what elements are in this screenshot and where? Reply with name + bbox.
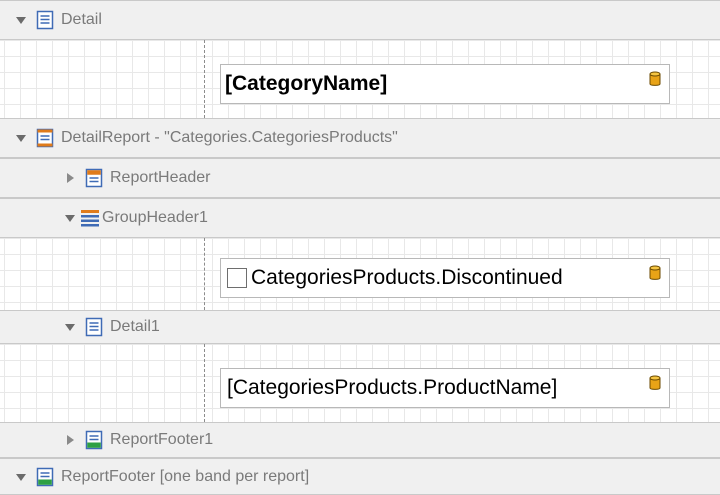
- group-header-band-surface[interactable]: CategoriesProducts.Discontinued: [0, 238, 720, 310]
- band-header-detail[interactable]: Detail: [0, 0, 720, 40]
- band-label: GroupHeader1: [102, 209, 208, 226]
- expand-arrow-icon[interactable]: [64, 212, 76, 224]
- discontinued-checkbox-field[interactable]: CategoriesProducts.Discontinued: [220, 258, 670, 298]
- band-header-detail-report[interactable]: DetailReport - "Categories.CategoriesPro…: [0, 118, 720, 158]
- report-footer-icon: [84, 430, 104, 450]
- band-label: ReportHeader: [110, 169, 211, 186]
- collapse-arrow-icon[interactable]: [64, 172, 76, 184]
- band-header-group-header[interactable]: GroupHeader1: [0, 198, 720, 238]
- expand-arrow-icon[interactable]: [15, 14, 27, 26]
- group-header-icon: [80, 208, 100, 228]
- database-icon: [649, 375, 661, 391]
- detail-band-icon: [35, 10, 55, 30]
- expand-arrow-icon[interactable]: [15, 132, 27, 144]
- detail-band-surface[interactable]: [CategoryName]: [0, 40, 720, 118]
- expand-arrow-icon[interactable]: [15, 471, 27, 483]
- detail1-band-surface[interactable]: [CategoriesProducts.ProductName]: [0, 344, 720, 422]
- band-header-report-footer1[interactable]: ReportFooter1: [0, 422, 720, 458]
- band-label: Detail: [61, 11, 102, 28]
- expand-arrow-icon[interactable]: [64, 321, 76, 333]
- margin-line: [204, 344, 205, 422]
- band-label: ReportFooter1: [110, 431, 214, 448]
- band-label: DetailReport - "Categories.CategoriesPro…: [61, 129, 398, 146]
- checkbox-icon[interactable]: [227, 268, 247, 288]
- category-name-field[interactable]: [CategoryName]: [220, 64, 670, 104]
- database-icon: [649, 71, 661, 87]
- band-label: ReportFooter [one band per report]: [61, 467, 310, 485]
- band-header-report-header[interactable]: ReportHeader: [0, 158, 720, 198]
- report-footer-icon: [35, 467, 55, 487]
- database-icon: [649, 265, 661, 281]
- collapse-arrow-icon[interactable]: [64, 434, 76, 446]
- band-header-detail1[interactable]: Detail1: [0, 310, 720, 344]
- band-header-report-footer[interactable]: ReportFooter [one band per report]: [0, 458, 720, 495]
- margin-line: [204, 238, 205, 310]
- band-label: Detail1: [110, 318, 160, 335]
- report-header-icon: [84, 168, 104, 188]
- detail-report-icon: [35, 128, 55, 148]
- margin-line: [204, 40, 205, 118]
- field-text: [CategoriesProducts.ProductName]: [227, 376, 558, 399]
- product-name-field[interactable]: [CategoriesProducts.ProductName]: [220, 368, 670, 408]
- detail-band-icon: [84, 317, 104, 337]
- field-text: CategoriesProducts.Discontinued: [251, 266, 563, 289]
- field-text: [CategoryName]: [225, 72, 388, 95]
